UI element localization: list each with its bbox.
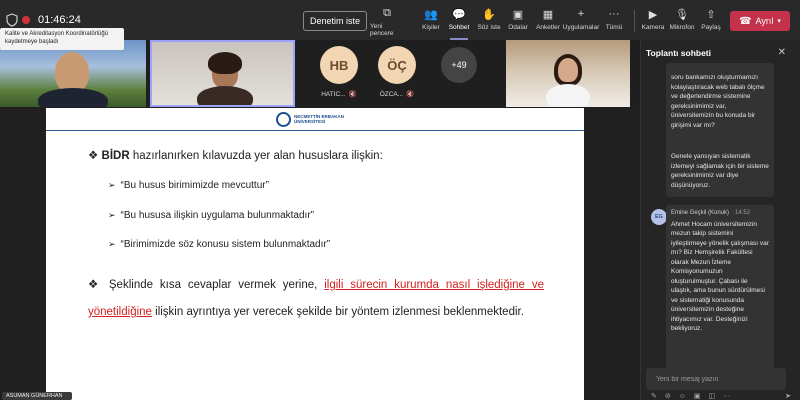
- presenter-name-tag: ASUMAN GÜNERHAN: [2, 392, 72, 400]
- apps-button[interactable]: + Uygulamalar: [563, 7, 600, 35]
- mic-off-icon: 🔇: [406, 91, 415, 98]
- slide-divider: [46, 130, 584, 131]
- arrow-bullet-icon: ➢: [108, 239, 116, 249]
- emoji-icon[interactable]: ☺: [679, 393, 686, 400]
- chat-button[interactable]: 💬 Sohbet: [448, 7, 470, 40]
- leave-button[interactable]: ☎ Ayrıl ▾: [730, 11, 790, 31]
- camera-button[interactable]: ▶ Kamera: [640, 7, 666, 35]
- participant-video: [558, 58, 578, 82]
- share-button[interactable]: ⇧ Paylaş: [700, 7, 722, 35]
- message-input[interactable]: [646, 368, 786, 391]
- polls-button[interactable]: ▦ Anketler: [535, 7, 561, 35]
- video-tile-active-speaker[interactable]: [150, 40, 295, 107]
- attach-icon[interactable]: ⊘: [665, 392, 671, 400]
- close-icon[interactable]: ✕: [778, 47, 786, 58]
- slide-sub-item: ➢ “Bu husus birimimizde mevcuttur”: [108, 180, 269, 191]
- more-button[interactable]: ··· Tümü: [604, 7, 624, 35]
- bullet-icon: ❖: [88, 279, 109, 291]
- mic-off-icon: 🎙: [675, 8, 689, 21]
- gif-icon[interactable]: ▣: [694, 392, 701, 400]
- meeting-timer: 01:46:24: [38, 14, 81, 26]
- more-icon: ···: [608, 8, 620, 20]
- compose-toolbar: ✎ ⊘ ☺ ▣ ◫ ··· ➤: [641, 392, 800, 400]
- participant-avatar-tile[interactable]: HB HATIC... 🔇: [320, 46, 358, 98]
- raise-hand-button[interactable]: ✋ Söz iste: [476, 7, 502, 35]
- video-tile[interactable]: [0, 40, 146, 107]
- chat-message: Emine Geçkil (Konuk) 14:52 Ahmet Hocam ün…: [666, 205, 774, 383]
- university-logo: NECMETTİN ERBAKAN ÜNİVERSİTESİ: [276, 110, 356, 128]
- raise-hand-icon: ✋: [482, 8, 496, 21]
- participant-name: HATIC...: [321, 90, 346, 98]
- presentation-slide: NECMETTİN ERBAKAN ÜNİVERSİTESİ ❖ BİDR ha…: [46, 108, 584, 400]
- format-icon[interactable]: ✎: [651, 392, 657, 400]
- rooms-button[interactable]: ▣ Odalar: [507, 7, 529, 35]
- arrow-bullet-icon: ➢: [108, 180, 116, 190]
- mic-off-icon: 🔇: [348, 91, 357, 98]
- chat-icon: 💬: [452, 8, 466, 21]
- toolbar-divider: [634, 10, 635, 32]
- chevron-down-icon[interactable]: ▾: [777, 17, 781, 25]
- rooms-icon: ▣: [512, 8, 524, 21]
- phone-icon: ☎: [739, 15, 752, 27]
- sticker-icon[interactable]: ◫: [709, 392, 716, 400]
- university-seal-icon: [276, 111, 291, 127]
- participant-body: [197, 86, 253, 105]
- video-tile[interactable]: [506, 40, 630, 107]
- participant-avatar-tile[interactable]: ÖÇ ÖZCA... 🔇: [378, 46, 416, 98]
- send-icon[interactable]: ➤: [785, 392, 791, 400]
- message-sender: Emine Geçkil (Konuk): [671, 210, 730, 216]
- chat-message: Genele yansıyan sistematik izlemeyi sağl…: [666, 149, 774, 197]
- new-window-icon: ⧉: [383, 7, 391, 19]
- participant-video: [55, 52, 89, 92]
- apps-icon: +: [577, 8, 585, 20]
- avatar: ÖÇ: [378, 46, 416, 84]
- participant-name: ÖZCA...: [379, 90, 404, 98]
- request-control-button[interactable]: Denetim iste: [303, 11, 367, 31]
- new-window-button[interactable]: ⧉ Yeni pencere: [370, 7, 404, 37]
- chat-panel: Toplantı sohbeti ✕ soru bankamızı oluştu…: [640, 40, 800, 400]
- participant-body: [38, 88, 108, 107]
- avatar: EG: [651, 209, 667, 225]
- camera-icon: ▶: [648, 8, 658, 21]
- slide-sub-item: ➢ “Bu hususa ilişkin uygulama bulunmaktad…: [108, 210, 314, 221]
- shield-icon: [6, 13, 18, 27]
- chat-message: soru bankamızı oluşturmamızı kolaylaştır…: [666, 63, 774, 155]
- polls-icon: ▦: [542, 8, 554, 21]
- participant-body: [546, 84, 590, 107]
- share-icon: ⇧: [706, 8, 716, 21]
- people-icon: 👥: [424, 8, 438, 21]
- recording-banner: Kalite ve Akreditasyon Koordinatörlüğü k…: [0, 28, 124, 50]
- mic-button[interactable]: 🎙 Mikrofon: [669, 7, 695, 35]
- compose-box[interactable]: [646, 368, 786, 391]
- more-participants-button[interactable]: +49: [441, 47, 477, 83]
- slide-sub-item: ➢ “Birimimizde söz konusu sistem bulunmak…: [108, 239, 331, 250]
- message-text: Ahmet Hocam üniversitemizin mezun takip …: [671, 220, 769, 333]
- message-time: 14:52: [735, 210, 751, 216]
- more-icon[interactable]: ···: [723, 393, 730, 400]
- chat-title: Toplantı sohbeti: [646, 48, 712, 58]
- arrow-bullet-icon: ➢: [108, 210, 116, 220]
- bullet-icon: ❖: [88, 150, 102, 162]
- recording-icon: [22, 16, 30, 24]
- shared-screen: NECMETTİN ERBAKAN ÜNİVERSİTESİ ❖ BİDR ha…: [0, 108, 640, 400]
- slide-paragraph: ❖ Şeklinde kısa cevaplar vermek yerine, …: [88, 279, 544, 318]
- avatar: HB: [320, 46, 358, 84]
- people-button[interactable]: 👥 Kişiler: [420, 7, 442, 35]
- participant-strip: HB HATIC... 🔇 ÖÇ ÖZCA... 🔇: [0, 40, 640, 108]
- slide-bullet: ❖ BİDR hazırlanırken kılavuzda yer alan …: [88, 150, 383, 162]
- participant-hair: [208, 52, 242, 74]
